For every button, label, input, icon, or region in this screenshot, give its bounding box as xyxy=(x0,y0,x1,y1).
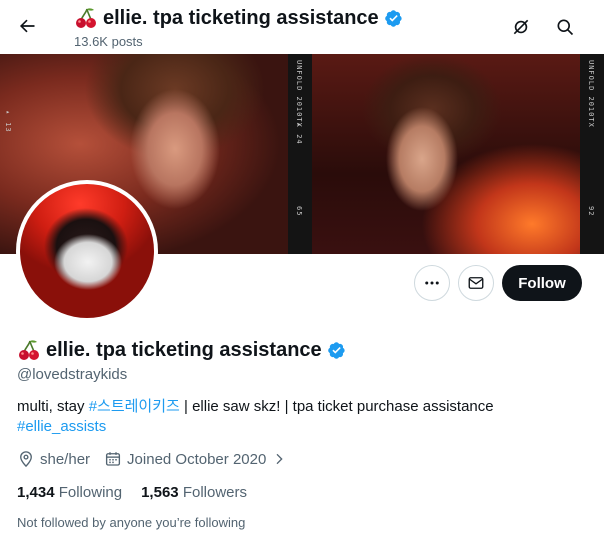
bio-text: | ellie saw skz! | tpa ticket purchase a… xyxy=(179,398,494,415)
following-label: Following xyxy=(58,484,123,501)
hashtag-link[interactable]: #스트레이키즈 xyxy=(89,398,180,415)
joined-item[interactable]: Joined October 2020 xyxy=(104,450,287,468)
bio: multi, stay #스트레이키즈 | ellie saw skz! | t… xyxy=(17,397,592,437)
following-count: 1,434 xyxy=(17,484,55,501)
message-button[interactable] xyxy=(458,265,494,301)
film-strip-left: ▸ 13 xyxy=(0,54,18,254)
hashtag-link[interactable]: #ellie_assists xyxy=(17,418,106,435)
user-handle: @lovedstraykids xyxy=(17,366,128,383)
followers-count: 1,563 xyxy=(141,484,179,501)
chevron-right-icon xyxy=(276,453,283,465)
header-title: ellie. tpa ticketing assistance xyxy=(103,6,379,29)
followers-stat[interactable]: 1,563 Followers xyxy=(141,484,247,501)
film-text: ▸ 13 xyxy=(4,108,12,133)
profile-header: ellie. tpa ticketing assistance 13.6K po… xyxy=(0,0,604,54)
film-strip-divider: UNFOLD 2010TX ▸ 24 65 xyxy=(288,54,312,254)
cherry-emoji-icon xyxy=(74,6,98,30)
search-icon xyxy=(557,19,574,36)
film-text: 92 xyxy=(587,206,595,217)
header-title-row: ellie. tpa ticketing assistance xyxy=(74,6,403,30)
more-button[interactable] xyxy=(414,265,450,301)
display-name-row: ellie. tpa ticketing assistance xyxy=(17,338,346,362)
film-strip-right: UNFOLD 2010TX 92 xyxy=(580,54,604,254)
back-button[interactable] xyxy=(10,9,44,43)
arrow-left-icon xyxy=(19,19,35,33)
search-button[interactable] xyxy=(548,10,582,44)
mail-icon xyxy=(468,277,484,289)
film-text: 65 xyxy=(295,206,303,217)
cherry-emoji-icon xyxy=(17,338,41,362)
more-icon xyxy=(425,281,439,285)
film-text: UNFOLD 2010TX xyxy=(295,60,303,128)
circle-slash-icon xyxy=(513,19,529,35)
joined-date: Joined October 2020 xyxy=(127,450,267,468)
not-followed-notice: Not followed by anyone you’re following xyxy=(17,515,246,530)
film-text: ▸ 24 xyxy=(295,120,303,145)
banner-photo-right xyxy=(312,54,580,254)
profile-meta: she/her Joined October 2020 xyxy=(17,450,301,468)
post-count: 13.6K posts xyxy=(74,34,143,49)
film-text: UNFOLD 2010TX xyxy=(587,60,595,128)
following-stat[interactable]: 1,434 Following xyxy=(17,484,122,501)
follow-button[interactable]: Follow xyxy=(502,265,582,301)
grok-button[interactable] xyxy=(504,10,538,44)
pronouns-item: she/her xyxy=(17,450,90,468)
bio-text: multi, stay xyxy=(17,398,89,415)
pronouns: she/her xyxy=(40,450,91,468)
followers-label: Followers xyxy=(182,484,247,501)
verified-badge-icon xyxy=(384,9,403,28)
calendar-icon xyxy=(105,452,121,466)
verified-badge-icon[interactable] xyxy=(327,341,346,360)
location-pin-icon xyxy=(20,451,32,468)
avatar[interactable] xyxy=(20,184,154,318)
display-name: ellie. tpa ticketing assistance xyxy=(46,338,322,361)
follow-stats: 1,434 Following 1,563 Followers xyxy=(17,484,266,501)
